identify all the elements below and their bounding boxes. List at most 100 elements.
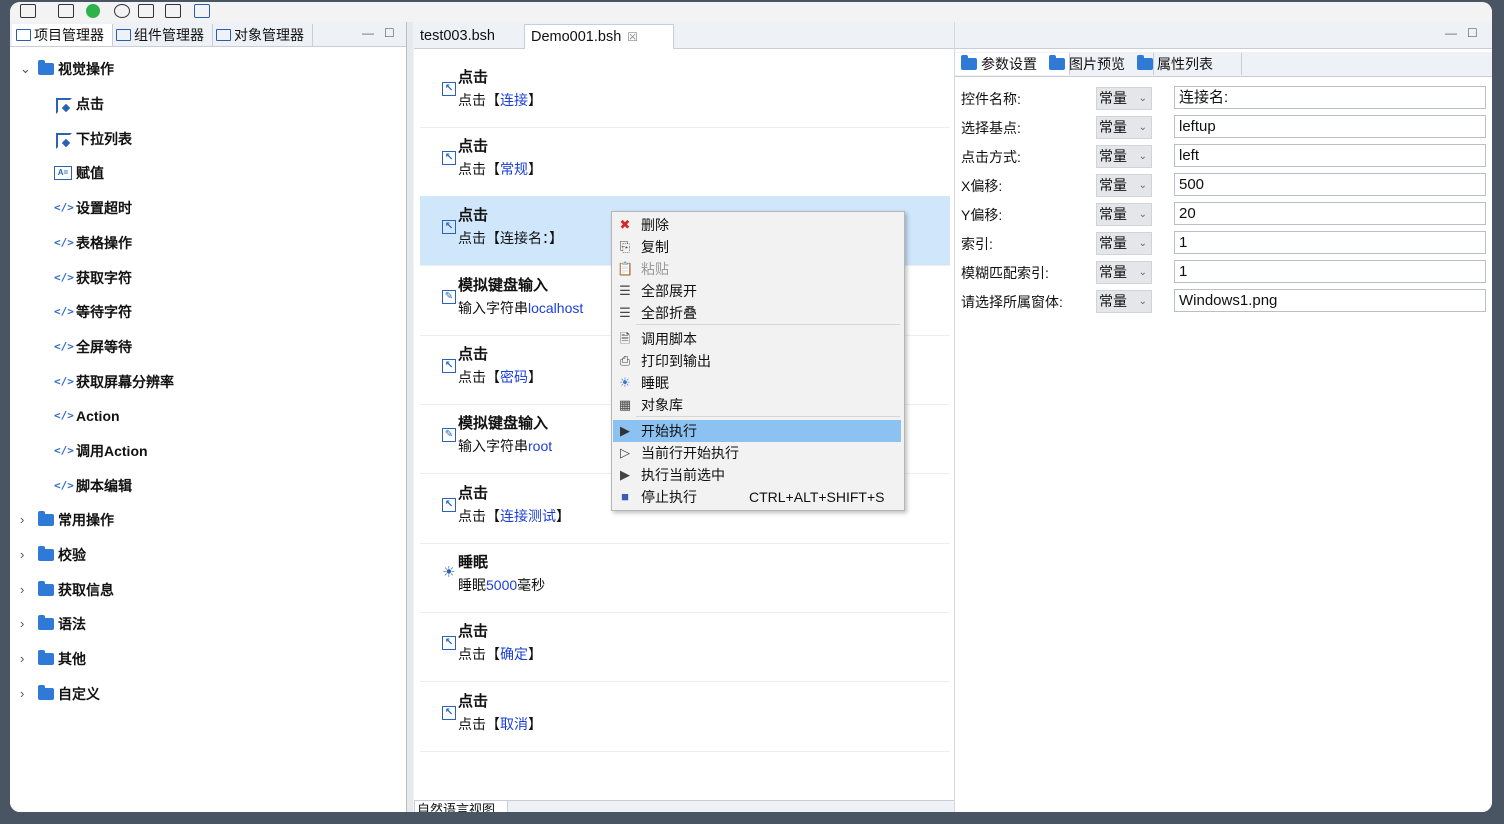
folder-icon [38, 511, 54, 526]
parameter-row: 索引: 常量 ⌄ 1 [955, 229, 1492, 258]
menu-item-stop[interactable]: ■ 停止执行 CTRL+ALT+SHIFT+S [613, 486, 901, 508]
menu-item-run[interactable]: ▶ 开始执行 [613, 420, 901, 442]
parameter-mode-select[interactable]: 常量 ⌄ [1096, 116, 1152, 139]
script-step[interactable]: ☀ 睡眠 睡眠5000毫秒 [420, 543, 950, 613]
menu-item-object-library[interactable]: ▦ 对象库 [613, 394, 901, 416]
parameter-mode-select[interactable]: 常量 ⌄ [1096, 174, 1152, 197]
chevron-right-icon[interactable]: › [20, 647, 32, 671]
step-parameter: 密码 [500, 369, 528, 385]
menu-item-call-script[interactable]: 🗎 调用脚本 [613, 328, 901, 350]
script-step[interactable]: ↖ 点击 点击【确定】 [420, 612, 950, 682]
run-selected-icon: ▶ [620, 467, 630, 482]
parameter-mode-select[interactable]: 常量 ⌄ [1096, 290, 1152, 313]
tab-demo001[interactable]: Demo001.bsh ☒ [524, 24, 674, 49]
minimize-icon[interactable]: — [1445, 26, 1457, 40]
toolbar-record-icon[interactable] [114, 4, 130, 18]
click-icon: ↖ [442, 498, 456, 512]
parameter-value-field[interactable]: left [1174, 144, 1486, 167]
tree-group-verify[interactable]: › 校验 [10, 543, 400, 567]
menu-item-delete[interactable]: ✖ 删除 [613, 214, 901, 236]
tree-item-fullscreen-wait[interactable]: </> 全屏等待 [10, 335, 400, 359]
collapse-all-icon: ☰ [619, 305, 631, 320]
tree-group-custom[interactable]: › 自定义 [10, 682, 400, 706]
parameter-mode-select[interactable]: 常量 ⌄ [1096, 203, 1152, 226]
chevron-right-icon[interactable]: › [20, 682, 32, 706]
tree-item-dropdown[interactable]: 下拉列表 [10, 127, 400, 151]
parameter-value-field[interactable]: 20 [1174, 202, 1486, 225]
chevron-down-icon: ⌄ [1138, 209, 1147, 220]
tree-item-wait-chars[interactable]: </> 等待字符 [10, 300, 400, 324]
tree-group-syntax[interactable]: › 语法 [10, 612, 400, 636]
tree-item-timeout[interactable]: </> 设置超时 [10, 196, 400, 220]
minimize-icon[interactable]: — [362, 26, 374, 40]
tree-item-assign[interactable]: A= 赋值 [10, 161, 400, 185]
click-icon: ↖ [442, 636, 456, 650]
editor-tabbar: test003.bsh Demo001.bsh ☒ [414, 22, 954, 49]
menu-item-run-selected[interactable]: ▶ 执行当前选中 [613, 464, 901, 486]
tab-project-manager[interactable]: 项目管理器 [12, 24, 113, 46]
menu-item-paste[interactable]: 📋 粘贴 [613, 258, 901, 280]
menu-item-expand-all[interactable]: ☰ 全部展开 [613, 280, 901, 302]
maximize-icon[interactable]: ☐ [384, 26, 395, 40]
tree-group-common[interactable]: › 常用操作 [10, 508, 400, 532]
menu-item-copy[interactable]: ⎘ 复制 [613, 236, 901, 258]
chevron-down-icon[interactable]: ⌄ [20, 57, 32, 81]
tree-item-get-chars[interactable]: </> 获取字符 [10, 266, 400, 290]
tab-object-manager[interactable]: 对象管理器 [212, 24, 313, 46]
chevron-right-icon[interactable]: › [20, 612, 32, 636]
parameter-value-field[interactable]: 500 [1174, 173, 1486, 196]
menu-item-sleep[interactable]: ☀ 睡眠 [613, 372, 901, 394]
right-top-bar: — ☐ [955, 22, 1492, 49]
toolbar-run-icon[interactable] [86, 4, 100, 18]
assign-icon: A= [54, 166, 72, 180]
toolbar-step-icon[interactable] [138, 4, 154, 18]
parameter-value-field[interactable]: Windows1.png [1174, 289, 1486, 312]
chevron-right-icon[interactable]: › [20, 578, 32, 602]
tree-item-action[interactable]: </> Action [10, 404, 400, 428]
click-icon: ↖ [442, 359, 456, 373]
panel-splitter[interactable] [406, 22, 413, 812]
toolbar-window-icon[interactable] [58, 4, 74, 18]
parameter-mode-select[interactable]: 常量 ⌄ [1096, 87, 1152, 110]
parameter-value-field[interactable]: 连接名: [1174, 86, 1486, 109]
tab-property-list[interactable]: 属性列表 [1131, 53, 1242, 75]
menu-item-run-from-line[interactable]: ▷ 当前行开始执行 [613, 442, 901, 464]
script-step[interactable]: ↖ 点击 点击【取消】 [420, 682, 950, 752]
tab-test003[interactable]: test003.bsh [414, 24, 501, 48]
properties-tabbar: 参数设置 图片预览 属性列表 [955, 52, 1492, 77]
tree-item-table[interactable]: </> 表格操作 [10, 231, 400, 255]
tree-group-visual[interactable]: ⌄ 视觉操作 [10, 57, 400, 81]
script-step[interactable]: ↖ 点击 点击【连接】 [420, 58, 950, 128]
parameter-value-field[interactable]: 1 [1174, 260, 1486, 283]
tree-item-script-edit[interactable]: </> 脚本编辑 [10, 474, 400, 498]
tree-item-call-action[interactable]: </> 调用Action [10, 439, 400, 463]
close-icon[interactable]: ☒ [627, 30, 638, 44]
menu-item-print[interactable]: ⎙ 打印到输出 [613, 350, 901, 372]
left-tabbar: 项目管理器 组件管理器 对象管理器 — ☐ [10, 22, 406, 47]
tab-component-manager[interactable]: 组件管理器 [112, 24, 213, 46]
parameter-label: 控件名称: [961, 91, 1021, 107]
parameter-value-field[interactable]: 1 [1174, 231, 1486, 254]
toolbar-grid-icon[interactable] [194, 4, 210, 18]
chevron-right-icon[interactable]: › [20, 543, 32, 567]
parameter-row: 选择基点: 常量 ⌄ leftup [955, 113, 1492, 142]
parameter-label: 请选择所属窗体: [961, 294, 1063, 310]
tree-group-other[interactable]: › 其他 [10, 647, 400, 671]
toolbar-edit-icon[interactable] [20, 4, 36, 18]
tree-item-resolution[interactable]: </> 获取屏幕分辨率 [10, 370, 400, 394]
parameter-mode-select[interactable]: 常量 ⌄ [1096, 232, 1152, 255]
folder-icon [38, 650, 54, 665]
maximize-icon[interactable]: ☐ [1467, 26, 1478, 40]
parameter-mode-select[interactable]: 常量 ⌄ [1096, 145, 1152, 168]
parameter-value-field[interactable]: leftup [1174, 115, 1486, 138]
tree-item-click[interactable]: 点击 [10, 92, 400, 116]
script-step[interactable]: ↖ 点击 点击【常规】 [420, 127, 950, 197]
menu-item-collapse-all[interactable]: ☰ 全部折叠 [613, 302, 901, 324]
chevron-right-icon[interactable]: › [20, 508, 32, 532]
tab-natural-language-view[interactable]: 自然语言视图 [414, 800, 508, 812]
code-icon: </> [54, 444, 74, 457]
tree-group-get-info[interactable]: › 获取信息 [10, 578, 400, 602]
parameter-mode-select[interactable]: 常量 ⌄ [1096, 261, 1152, 284]
toolbar-debug-icon[interactable] [165, 4, 181, 18]
step-description: 点击【密码】 [458, 369, 542, 385]
